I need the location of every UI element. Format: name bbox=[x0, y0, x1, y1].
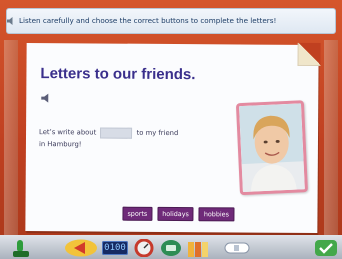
page-counter-icon[interactable] bbox=[224, 242, 250, 254]
sentence-part-1: Let’s write about bbox=[39, 128, 97, 137]
letter-paper: Letters to our friends. Let’s write abou… bbox=[25, 42, 321, 234]
previous-arrow-icon[interactable] bbox=[64, 239, 98, 257]
checkmark-icon[interactable] bbox=[314, 239, 338, 257]
answer-blank[interactable] bbox=[100, 127, 133, 139]
friend-photo bbox=[235, 100, 308, 196]
page-title: Letters to our friends. bbox=[40, 65, 196, 84]
gauge-icon[interactable] bbox=[133, 239, 155, 257]
speaker-icon[interactable] bbox=[40, 93, 52, 103]
time-display: 0100 bbox=[102, 241, 128, 255]
notebook-binding-right bbox=[324, 40, 338, 240]
option-hobbies-button[interactable]: hobbies bbox=[198, 207, 235, 222]
boy-portrait-image bbox=[239, 103, 305, 193]
sentence: Let’s write about to my friend in Hambur… bbox=[39, 126, 209, 151]
joystick-icon[interactable] bbox=[10, 238, 32, 259]
sentence-line-2: in Hamburg! bbox=[38, 140, 82, 149]
notebook-binding-left bbox=[4, 40, 18, 240]
help-bubble-icon[interactable] bbox=[160, 239, 182, 257]
answer-options: sports holidays hobbies bbox=[122, 206, 235, 222]
instruction-text: Listen carefully and choose the correct … bbox=[19, 16, 277, 25]
speaker-icon[interactable] bbox=[6, 16, 16, 26]
option-sports-button[interactable]: sports bbox=[122, 206, 153, 221]
instruction-bar: Listen carefully and choose the correct … bbox=[6, 8, 336, 34]
sentence-part-2: to my friend bbox=[136, 128, 179, 138]
book-icon[interactable] bbox=[186, 240, 216, 258]
page-curl bbox=[297, 42, 321, 67]
option-holidays-button[interactable]: holidays bbox=[157, 206, 194, 222]
